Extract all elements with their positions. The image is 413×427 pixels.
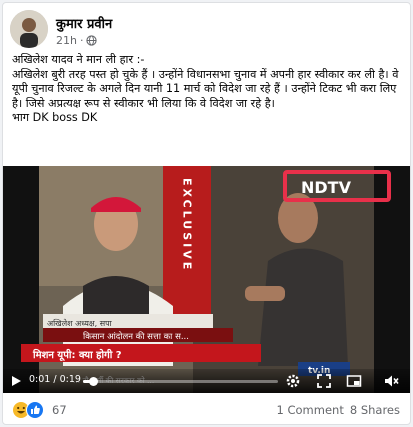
video-frame: EXCLUSIVE NDTV अखिलेश अध्यक्ष, सपा किसान…: [3, 166, 410, 393]
post-time[interactable]: 21h: [56, 34, 77, 47]
comments-count-link[interactable]: 1 Comment: [277, 403, 344, 417]
post-header: कुमार प्रवीन 21h ·: [10, 10, 405, 50]
post-line-title: अखिलेश यादव ने मान ली हार :-: [12, 53, 145, 66]
exclusive-vertical-text: EXCLUSIVE: [181, 178, 194, 272]
video-controls: 0:01 / 0:19: [3, 369, 410, 393]
settings-icon[interactable]: [285, 373, 301, 389]
avatar[interactable]: [10, 10, 48, 48]
author-name[interactable]: कुमार प्रवीन: [56, 14, 112, 32]
video-progress-handle[interactable]: [89, 377, 98, 386]
reaction-count: 67: [52, 403, 67, 417]
post-text: अखिलेश यादव ने मान ली हार :- अखिलेश बुरी…: [12, 53, 404, 126]
fullscreen-icon[interactable]: [316, 373, 332, 389]
video-player[interactable]: EXCLUSIVE NDTV अखिलेश अध्यक्ष, सपा किसान…: [3, 166, 410, 393]
picture-in-picture-icon[interactable]: [346, 373, 362, 389]
news-ticker-upper: किसान आंदोलन की सत्ता का स...: [83, 331, 189, 342]
news-ticker-main: मिशन यूपी: क्या होगी ?: [32, 348, 122, 362]
mute-icon[interactable]: [383, 373, 399, 389]
post-footer: 67 1 Comment 8 Shares: [3, 395, 410, 424]
video-progress-bar[interactable]: [83, 377, 278, 386]
speaker-nameplate: अखिलेश अध्यक्ष, सपा: [47, 318, 113, 328]
channel-logo-text: NDTV: [301, 178, 352, 197]
reaction-summary[interactable]: 67: [12, 401, 67, 419]
globe-icon: [86, 35, 98, 46]
post-line-body: अखिलेश बुरी तरह पस्त हो चुके हैं । उन्हो…: [12, 67, 399, 110]
post-meta: 21h ·: [56, 34, 98, 47]
like-reaction-icon: [26, 401, 44, 419]
post-line-tag: भाग DK boss DK: [12, 111, 98, 124]
play-icon[interactable]: [9, 374, 23, 388]
shares-count-link[interactable]: 8 Shares: [350, 403, 400, 417]
meta-separator: ·: [79, 34, 84, 47]
video-time: 0:01 / 0:19: [29, 374, 81, 385]
post-card: कुमार प्रवीन 21h · अखिलेश यादव ने मान ली…: [2, 2, 411, 425]
engagement-stats: 1 Comment 8 Shares: [277, 403, 400, 417]
